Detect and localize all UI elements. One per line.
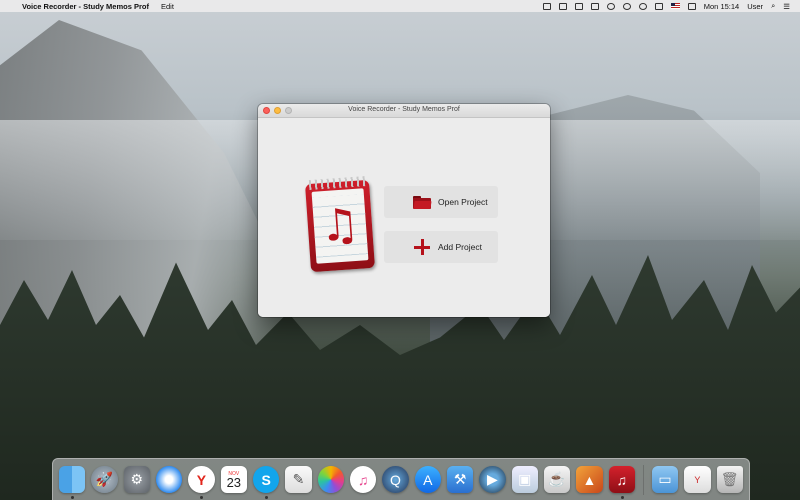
app-menu[interactable]: Voice Recorder - Study Memos Prof <box>22 2 149 11</box>
airplay-icon[interactable] <box>590 2 599 10</box>
bluetooth-icon[interactable] <box>622 2 631 10</box>
title-bar[interactable]: Voice Recorder - Study Memos Prof <box>258 104 550 118</box>
preview-icon[interactable]: ▣ <box>511 466 538 493</box>
trash-icon[interactable]: 🗑 <box>716 466 743 493</box>
dock: 🚀 ⚙ Y NOV 23 S ✎ ♫ Q A ⚒ ▶ ▣ ☕ ▲ ♫ ▭ Y 🗑 <box>52 458 750 500</box>
notification-center-icon[interactable]: ☰ <box>783 2 790 11</box>
xcode-icon[interactable]: ⚒ <box>446 466 474 493</box>
mug-app-icon[interactable]: ☕ <box>543 466 571 493</box>
status-area: Mon 15:14 User ⌕ ☰ <box>542 1 800 11</box>
app-logo: ♫ <box>304 176 376 274</box>
app-store-icon[interactable]: A <box>414 466 441 493</box>
quicktime-icon[interactable]: Q <box>382 466 409 493</box>
input-source-flag-icon[interactable] <box>670 3 680 9</box>
music-note-icon: ♫ <box>318 198 362 253</box>
documents-stack-icon[interactable]: Y <box>684 466 711 493</box>
calendar-day: 23 <box>226 474 242 490</box>
window-content: ♫ Open Project Add Project <box>258 118 550 317</box>
wifi-icon[interactable] <box>638 2 647 10</box>
screen-recording-icon[interactable] <box>558 2 567 10</box>
photos-icon[interactable] <box>317 466 344 493</box>
yandex-browser-icon[interactable]: Y <box>188 466 215 499</box>
system-preferences-icon[interactable]: ⚙ <box>123 466 150 493</box>
user-menu[interactable]: User <box>747 2 763 11</box>
media-player-icon[interactable]: ▶ <box>479 466 506 493</box>
menu-bar: Voice Recorder - Study Memos Prof Edit M… <box>0 0 800 12</box>
app-window: Voice Recorder - Study Memos Prof ♫ Open… <box>258 104 550 317</box>
textedit-icon[interactable]: ✎ <box>285 466 312 493</box>
calendar-icon[interactable]: NOV 23 <box>220 466 247 493</box>
battery-icon[interactable] <box>687 2 696 10</box>
open-project-button[interactable]: Open Project <box>384 186 498 218</box>
safari-icon[interactable] <box>155 466 183 493</box>
volume-icon[interactable] <box>654 2 663 10</box>
cast-icon[interactable] <box>574 2 583 10</box>
open-project-label: Open Project <box>438 197 488 207</box>
notebook-icon: ♫ <box>305 176 375 273</box>
vector-app-icon[interactable]: ▲ <box>576 466 603 493</box>
plus-icon <box>410 239 434 255</box>
search-icon[interactable]: ⌕ <box>771 1 775 11</box>
skype-icon[interactable]: S <box>252 466 280 499</box>
menu-edit[interactable]: Edit <box>161 2 174 11</box>
launchpad-icon[interactable]: 🚀 <box>91 466 118 493</box>
downloads-folder-icon[interactable]: ▭ <box>651 466 679 493</box>
finder-icon[interactable] <box>59 466 86 499</box>
dock-separator <box>642 464 644 495</box>
menu-clock[interactable]: Mon 15:14 <box>704 2 739 11</box>
add-project-label: Add Project <box>438 242 482 252</box>
folder-icon <box>410 195 434 209</box>
itunes-icon[interactable]: ♫ <box>349 466 377 493</box>
window-title: Voice Recorder - Study Memos Prof <box>348 106 460 113</box>
voice-recorder-dock-icon[interactable]: ♫ <box>608 466 635 499</box>
notes-status-icon[interactable] <box>542 2 551 10</box>
add-project-button[interactable]: Add Project <box>384 231 498 263</box>
time-machine-icon[interactable] <box>606 2 615 10</box>
